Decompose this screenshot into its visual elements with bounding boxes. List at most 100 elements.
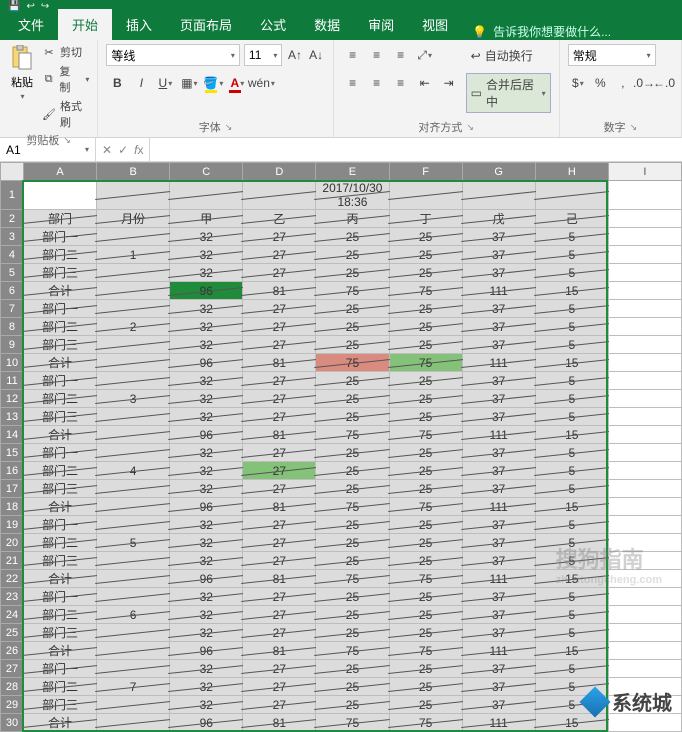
- cell-F10[interactable]: 75: [389, 354, 462, 372]
- row-header-4[interactable]: 4: [1, 246, 24, 264]
- cell-C18[interactable]: 96: [170, 498, 243, 516]
- cell-A12[interactable]: 部门二: [23, 390, 96, 408]
- cell-E20[interactable]: 25: [316, 534, 389, 552]
- cell-C24[interactable]: 32: [170, 606, 243, 624]
- cell-G3[interactable]: 37: [462, 228, 535, 246]
- cell-H22[interactable]: 15: [535, 570, 608, 588]
- cell-I4[interactable]: [608, 246, 681, 264]
- cell-D18[interactable]: 81: [243, 498, 316, 516]
- col-header-C[interactable]: C: [170, 163, 243, 181]
- cell-B2[interactable]: 月份: [97, 210, 170, 228]
- cell-A25[interactable]: 部门三: [23, 624, 96, 642]
- cell-A2[interactable]: 部门: [23, 210, 96, 228]
- cell-B3[interactable]: [97, 228, 170, 246]
- row-header-24[interactable]: 24: [1, 606, 24, 624]
- number-launcher-icon[interactable]: ↘: [630, 122, 638, 133]
- cell-B1[interactable]: [97, 181, 170, 210]
- cell-F20[interactable]: 25: [389, 534, 462, 552]
- cell-B16[interactable]: 4: [97, 462, 170, 480]
- cell-G16[interactable]: 37: [462, 462, 535, 480]
- cell-C11[interactable]: 32: [170, 372, 243, 390]
- cell-I21[interactable]: [608, 552, 681, 570]
- cell-C6[interactable]: 96: [170, 282, 243, 300]
- tab-view[interactable]: 视图: [408, 9, 462, 40]
- cell-F3[interactable]: 25: [389, 228, 462, 246]
- row-header-13[interactable]: 13: [1, 408, 24, 426]
- cell-D19[interactable]: 27: [243, 516, 316, 534]
- align-middle-icon[interactable]: ≡: [366, 44, 388, 66]
- cell-F2[interactable]: 丁: [389, 210, 462, 228]
- cell-I11[interactable]: [608, 372, 681, 390]
- cell-E15[interactable]: 25: [316, 444, 389, 462]
- cell-E12[interactable]: 25: [316, 390, 389, 408]
- cell-I13[interactable]: [608, 408, 681, 426]
- undo-icon[interactable]: ↩: [26, 1, 34, 12]
- cell-E6[interactable]: 75: [316, 282, 389, 300]
- cell-B12[interactable]: 3: [97, 390, 170, 408]
- cell-H2[interactable]: 己: [535, 210, 608, 228]
- cell-G13[interactable]: 37: [462, 408, 535, 426]
- cell-B17[interactable]: [97, 480, 170, 498]
- cell-C27[interactable]: 32: [170, 660, 243, 678]
- cell-F8[interactable]: 25: [389, 318, 462, 336]
- row-header-18[interactable]: 18: [1, 498, 24, 516]
- cell-C14[interactable]: 96: [170, 426, 243, 444]
- align-bottom-icon[interactable]: ≡: [390, 44, 412, 66]
- cell-H25[interactable]: 5: [535, 624, 608, 642]
- cell-D15[interactable]: 27: [243, 444, 316, 462]
- paste-dropdown[interactable]: ▾: [20, 92, 24, 101]
- cell-D7[interactable]: 27: [243, 300, 316, 318]
- cell-C22[interactable]: 96: [170, 570, 243, 588]
- align-center-icon[interactable]: ≡: [366, 72, 388, 94]
- cell-H1[interactable]: [535, 181, 608, 210]
- cell-C13[interactable]: 32: [170, 408, 243, 426]
- cell-E19[interactable]: 25: [316, 516, 389, 534]
- cell-G1[interactable]: [462, 181, 535, 210]
- cell-C16[interactable]: 32: [170, 462, 243, 480]
- cell-H12[interactable]: 5: [535, 390, 608, 408]
- cell-D27[interactable]: 27: [243, 660, 316, 678]
- cell-B6[interactable]: [97, 282, 170, 300]
- cell-G17[interactable]: 37: [462, 480, 535, 498]
- border-button[interactable]: ▦▾: [178, 72, 200, 94]
- cell-A26[interactable]: 合计: [23, 642, 96, 660]
- cell-I8[interactable]: [608, 318, 681, 336]
- accounting-format-icon[interactable]: $▾: [568, 72, 588, 94]
- cell-F13[interactable]: 25: [389, 408, 462, 426]
- cell-I10[interactable]: [608, 354, 681, 372]
- cell-A17[interactable]: 部门三: [23, 480, 96, 498]
- cell-A20[interactable]: 部门二: [23, 534, 96, 552]
- cell-F11[interactable]: 25: [389, 372, 462, 390]
- cell-D1[interactable]: [243, 181, 316, 210]
- cell-H20[interactable]: 5: [535, 534, 608, 552]
- cell-D6[interactable]: 81: [243, 282, 316, 300]
- cell-F18[interactable]: 75: [389, 498, 462, 516]
- tab-data[interactable]: 数据: [300, 9, 354, 40]
- tab-layout[interactable]: 页面布局: [166, 9, 246, 40]
- cell-D14[interactable]: 81: [243, 426, 316, 444]
- cell-A5[interactable]: 部门三: [23, 264, 96, 282]
- cell-B27[interactable]: [97, 660, 170, 678]
- cell-E28[interactable]: 25: [316, 678, 389, 696]
- font-launcher-icon[interactable]: ↘: [225, 122, 233, 133]
- row-header-23[interactable]: 23: [1, 588, 24, 606]
- cell-B29[interactable]: [97, 696, 170, 714]
- cell-A18[interactable]: 合计: [23, 498, 96, 516]
- cell-D23[interactable]: 27: [243, 588, 316, 606]
- cell-I15[interactable]: [608, 444, 681, 462]
- align-top-icon[interactable]: ≡: [342, 44, 364, 66]
- cell-F28[interactable]: 25: [389, 678, 462, 696]
- wrap-text-button[interactable]: ↩自动换行: [466, 44, 551, 67]
- cell-B5[interactable]: [97, 264, 170, 282]
- cell-E23[interactable]: 25: [316, 588, 389, 606]
- cell-D28[interactable]: 27: [243, 678, 316, 696]
- cell-G24[interactable]: 37: [462, 606, 535, 624]
- cell-D16[interactable]: 27: [243, 462, 316, 480]
- cell-E10[interactable]: 75: [316, 354, 389, 372]
- cell-I1[interactable]: [608, 181, 681, 210]
- cell-E14[interactable]: 75: [316, 426, 389, 444]
- cell-C20[interactable]: 32: [170, 534, 243, 552]
- fill-color-button[interactable]: 🪣▾: [202, 72, 224, 94]
- decrease-font-icon[interactable]: A↓: [308, 44, 325, 66]
- cell-G4[interactable]: 37: [462, 246, 535, 264]
